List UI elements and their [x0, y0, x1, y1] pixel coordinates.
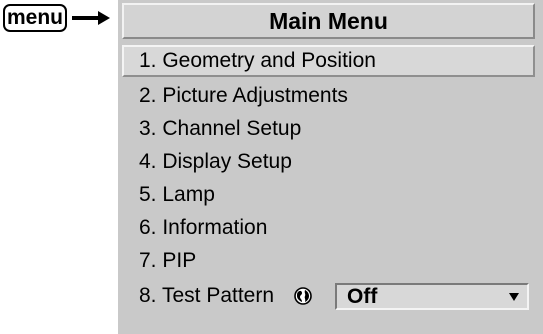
dropdown-arrow-icon — [509, 293, 519, 301]
menu-item-pip[interactable]: 7. PIP — [122, 245, 535, 277]
menu-item-geometry-and-position[interactable]: 1. Geometry and Position — [122, 45, 535, 77]
menu-title: Main Menu — [122, 3, 535, 39]
right-arrow-icon — [72, 11, 110, 25]
menu-item-lamp[interactable]: 5. Lamp — [122, 179, 535, 211]
menu-item-information[interactable]: 6. Information — [122, 212, 535, 244]
menu-item-test-pattern[interactable]: 8. Test Pattern Off — [122, 280, 535, 312]
main-menu-panel: Main Menu 1. Geometry and Position 2. Pi… — [118, 0, 543, 334]
screen: menu Main Menu 1. Geometry and Position … — [0, 0, 543, 334]
dropdown-value: Off — [347, 285, 378, 308]
menu-item-display-setup[interactable]: 4. Display Setup — [122, 146, 535, 178]
menu-item-picture-adjustments[interactable]: 2. Picture Adjustments — [122, 80, 535, 112]
globe-icon — [294, 287, 312, 305]
menu-item-channel-setup[interactable]: 3. Channel Setup — [122, 113, 535, 145]
menu-key-button: menu — [3, 4, 67, 32]
test-pattern-dropdown[interactable]: Off — [335, 283, 529, 310]
menu-item-label: 8. Test Pattern — [139, 284, 275, 307]
